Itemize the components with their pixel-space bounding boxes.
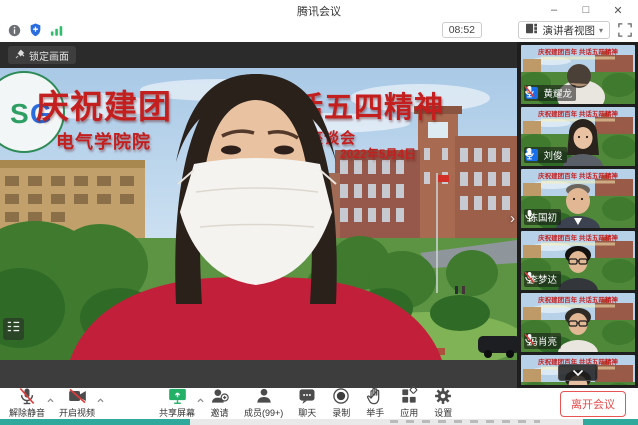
fullscreen-icon[interactable] [618, 23, 632, 42]
titlebar: 腾讯会议 – □ ✕ [0, 0, 638, 20]
chevron-up-icon[interactable] [96, 391, 105, 409]
toolbar-item-label: 设置 [434, 406, 452, 419]
under-video-strip [0, 360, 517, 388]
participant-name: 刘俊 [544, 148, 563, 162]
toolbar-screenshare-button[interactable]: 共享屏幕 [152, 388, 202, 419]
hand-icon [365, 389, 385, 406]
apps-icon [399, 389, 419, 406]
thumb-banner-text: 庆祝建团百年 共话五四精神 [537, 109, 618, 118]
leave-meeting-button[interactable]: 离开会议 [560, 391, 626, 417]
video-top-bar: 锁定画面 [0, 42, 517, 68]
close-button[interactable]: ✕ [602, 0, 634, 20]
maximize-button[interactable]: □ [570, 0, 602, 20]
toolbar-item-label: 举手 [366, 406, 384, 419]
banner-date: 2022年5月4日 [340, 145, 416, 162]
toolbar-item-label: 成员(99+) [244, 406, 283, 419]
participant-name-chip: 黄耀龙 [524, 85, 577, 101]
invite-icon [209, 389, 230, 406]
banner-line1-left: 庆祝建团 [36, 80, 172, 128]
pin-view-button[interactable]: 锁定画面 [8, 46, 76, 64]
participant-thumbnail-2[interactable]: 庆祝建团百年 共话五四精神 刘俊 [521, 107, 635, 166]
toolbar-record-button[interactable]: 录制 [324, 388, 358, 419]
toolbar-item-label: 解除静音 [9, 406, 45, 419]
toolbar-item-label: 开启视频 [59, 406, 95, 419]
bottom-toolbar: 解除静音 开启视频 共享屏幕 邀请 成员(99+) 聊天 录制 举手 应用 设置… [0, 388, 638, 419]
thumb-banner-text: 庆祝建团百年 共话五四精神 [537, 295, 618, 304]
banner-line2-left: 电气学院院 [56, 128, 151, 154]
banner-line1-right: 话五四精神 [294, 84, 444, 126]
toolbar-gear-button[interactable]: 设置 [426, 388, 460, 419]
toolbar-mic-off-button[interactable]: 解除静音 [2, 388, 52, 419]
speaker-video[interactable]: 锁定画面 [0, 42, 517, 360]
toolbar-item-label: 录制 [332, 406, 350, 419]
layout-icon [525, 23, 538, 37]
participant-name-chip: 刘俊 [524, 147, 567, 163]
participant-name-chip: 冯肖亮 [524, 333, 562, 349]
participant-thumbnail-1[interactable]: 庆祝建团百年 共话五四精神 黄耀龙 [521, 45, 635, 104]
thumb-banner-text: 庆祝建团百年 共话五四精神 [537, 233, 618, 242]
shield-icon[interactable] [29, 23, 42, 42]
list-icon[interactable] [3, 318, 24, 340]
participant-thumbnail-5[interactable]: 庆祝建团百年 共话五四精神 冯肖亮 [521, 293, 635, 352]
participant-name-chip: 李梦达 [524, 271, 562, 287]
members-icon [254, 389, 274, 406]
chat-icon [297, 389, 317, 406]
chevron-down-icon: ▾ [599, 26, 603, 35]
thumb-banner-text: 庆祝建团百年 共话五四精神 [537, 171, 618, 180]
toolbar-item-label: 邀请 [211, 406, 229, 419]
scroll-down-button[interactable] [558, 364, 598, 381]
participants-sidebar: 庆祝建团百年 共话五四精神 黄耀龙 庆祝建团百年 共话五四精神 刘俊 [517, 42, 638, 388]
status-row: 08:52 演讲者视图 ▾ [0, 20, 638, 42]
chevron-right-icon[interactable]: › [510, 210, 515, 227]
participant-name-chip: 陈国初 [524, 209, 562, 225]
logo-letter-s: S [10, 98, 29, 129]
toolbar-item-label: 应用 [400, 406, 418, 419]
signal-icon[interactable] [50, 24, 64, 42]
toolbar-chat-button[interactable]: 聊天 [290, 388, 324, 419]
camera-off-icon [67, 389, 88, 406]
toolbar-members-button[interactable]: 成员(99+) [237, 388, 290, 419]
thumb-banner-text: 庆祝建团百年 共话五四精神 [537, 47, 618, 56]
toolbar-item-label: 共享屏幕 [159, 406, 195, 419]
participant-thumbnail-4[interactable]: 庆祝建团百年 共话五四精神 李梦达 [521, 231, 635, 290]
view-mode-label: 演讲者视图 [542, 23, 595, 38]
toolbar-item-label: 聊天 [298, 406, 316, 419]
view-mode-selector[interactable]: 演讲者视图 ▾ [518, 21, 610, 39]
participant-name: 黄耀龙 [544, 86, 573, 100]
pin-icon [15, 49, 25, 62]
participant-thumbnail-3[interactable]: 庆祝建团百年 共话五四精神 陈国初 [521, 169, 635, 228]
toolbar-apps-button[interactable]: 应用 [392, 388, 426, 419]
meeting-window: 腾讯会议 – □ ✕ 08:52 演讲者视图 ▾ [0, 0, 638, 425]
toolbar-hand-button[interactable]: 举手 [358, 388, 392, 419]
screenshare-icon [167, 389, 188, 406]
info-icon[interactable] [8, 24, 21, 42]
toolbar-invite-button[interactable]: 邀请 [202, 388, 237, 419]
toolbar-camera-off-button[interactable]: 开启视频 [52, 388, 102, 419]
meeting-timer: 08:52 [442, 22, 482, 38]
minimize-button[interactable]: – [538, 0, 570, 20]
record-icon [331, 389, 351, 406]
background-window-strip [0, 419, 638, 425]
mic-off-icon [17, 389, 37, 406]
pin-view-label: 锁定画面 [29, 48, 69, 63]
gear-icon [433, 389, 453, 406]
window-controls: – □ ✕ [538, 0, 634, 20]
